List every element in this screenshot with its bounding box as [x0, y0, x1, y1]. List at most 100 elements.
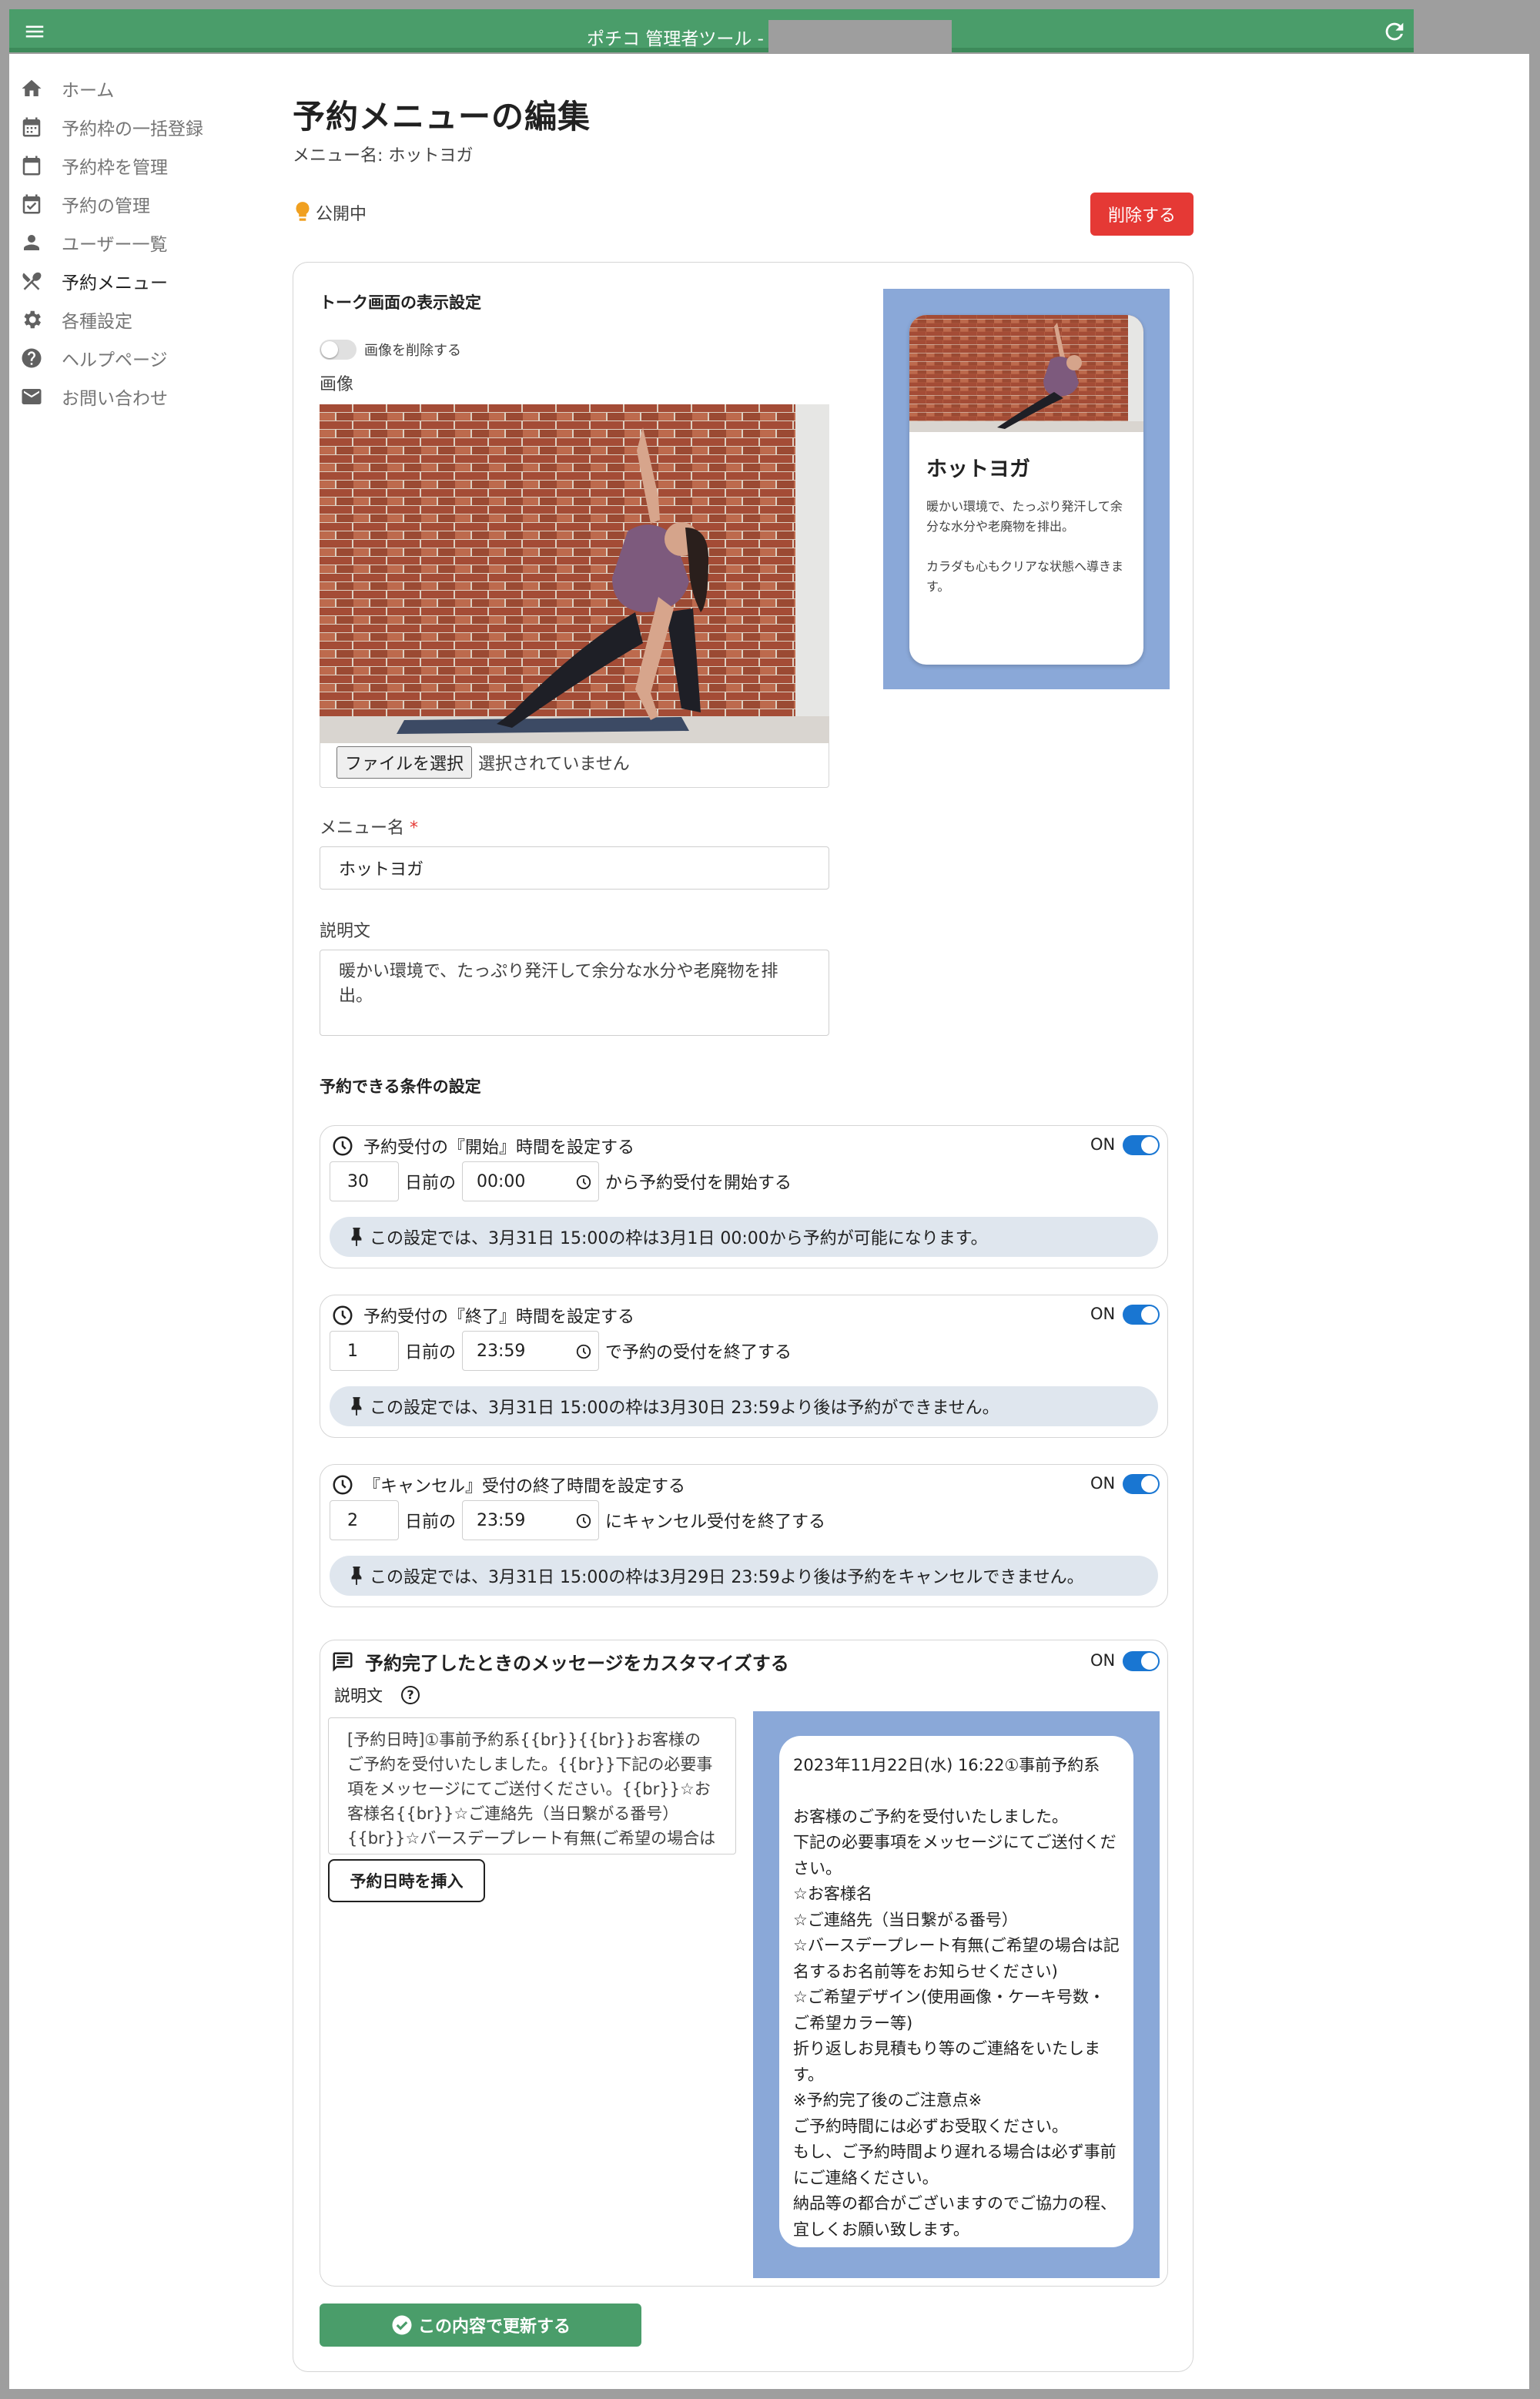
app-title: ポチコ 管理者ツール - — [9, 20, 1529, 54]
pin-icon — [351, 1228, 362, 1246]
toggle-state-label: ON — [1090, 1135, 1116, 1154]
talk-section-title: トーク画面の表示設定 — [320, 293, 481, 312]
talk-preview-panel: ホットヨガ 暖かい環境で、たっぷり発汗して余分な水分や老廃物を排出。 カラダも心… — [883, 289, 1170, 689]
sidebar-item-bulk-register[interactable]: 予約枠の一括登録 — [9, 108, 263, 146]
clock-icon — [333, 1136, 353, 1156]
redacted-block — [768, 20, 952, 54]
description-textarea[interactable]: 暖かい環境で、たっぷり発汗して余分な水分や老廃物を排出。 カラダも心もクリアな状… — [320, 950, 829, 1036]
redacted-block — [1414, 9, 1529, 52]
page-title: 予約メニューの編集 — [293, 98, 591, 136]
message-template-textarea[interactable]: [予約日時]①事前予約系{{br}}{{br}}お客様のご予約を受付いたしました… — [328, 1717, 736, 1855]
delete-image-toggle[interactable] — [320, 340, 357, 360]
check-circle-icon — [392, 2315, 412, 2335]
message-custom-toggle[interactable] — [1123, 1651, 1160, 1671]
time-input[interactable]: 23:59 — [462, 1331, 600, 1371]
save-button[interactable]: この内容で更新する — [320, 2304, 641, 2347]
condition-title: 予約受付の『開始』時間を設定する — [363, 1138, 635, 1158]
days-suffix: 日前の — [405, 1343, 457, 1362]
calendar-blank-icon — [22, 156, 41, 176]
condition-start-card: 予約受付の『開始』時間を設定する ON 30 日前の 00:00 から予約受付を… — [320, 1125, 1168, 1268]
clock-icon — [333, 1475, 353, 1495]
clock-icon — [333, 1305, 353, 1325]
preview-line: ☆お客様名 — [793, 1885, 872, 1903]
condition-after-text: にキャンセル受付を終了する — [605, 1513, 826, 1532]
days-before-input[interactable]: 1 — [330, 1331, 399, 1371]
delete-button[interactable]: 削除する — [1090, 193, 1194, 236]
message-preview-bubble: 2023年11月22日(水) 16:22①事前予約系 お客様のご予約を受付いたし… — [779, 1736, 1133, 2247]
sidebar-item-settings[interactable]: 各種設定 — [9, 300, 263, 339]
preview-line: ☆ご連絡先（当日繋がる番号） — [793, 1910, 1018, 1929]
help-circle-icon[interactable]: ? — [401, 1686, 420, 1704]
edit-form-card: トーク画面の表示設定 画像を削除する 画像 ファイルを選択 選択されていません … — [293, 262, 1194, 2372]
clock-icon — [576, 1344, 591, 1359]
preview-line: お客様のご予約を受付いたしました。 — [793, 1807, 1068, 1826]
sidebar-item-reservations[interactable]: 予約の管理 — [9, 185, 263, 223]
preview-line: ☆バースデープレート有無(ご希望の場合は記名するお名前等をお知らせください) — [793, 1936, 1120, 1981]
home-icon — [22, 79, 42, 96]
message-preview-panel: 2023年11月22日(水) 16:22①事前予約系 お客様のご予約を受付いたし… — [753, 1711, 1160, 2278]
file-input[interactable]: ファイルを選択 選択されていません — [336, 746, 630, 779]
sidebar-item-home[interactable]: ホーム — [9, 69, 263, 108]
days-suffix: 日前の — [405, 1174, 457, 1193]
menu-name-label: メニュー名 * — [320, 819, 419, 838]
time-input[interactable]: 23:59 — [462, 1500, 600, 1540]
sidebar-item-users[interactable]: ユーザー一覧 — [9, 223, 263, 262]
sidebar-item-label: 各種設定 — [62, 312, 132, 332]
sidebar-item-menus[interactable]: 予約メニュー — [9, 262, 263, 300]
time-input[interactable]: 00:00 — [462, 1161, 600, 1201]
condition-cancel-card: 『キャンセル』受付の終了時間を設定する ON 2 日前の 23:59 にキャンセ… — [320, 1464, 1168, 1607]
person-icon — [24, 235, 39, 250]
status-label: 公開中 — [316, 205, 367, 224]
calendar-check-icon — [22, 194, 41, 214]
file-status: 選択されていません — [478, 755, 630, 774]
preview-line: 納品等の都合がございますのでご協力の程、宜しくお願い致します。 — [793, 2194, 1116, 2239]
preview-blank-line — [793, 1779, 1120, 1804]
condition-start-toggle[interactable] — [1123, 1135, 1160, 1155]
menu-name-input[interactable]: ホットヨガ — [320, 846, 829, 890]
calendar-icon — [22, 117, 41, 137]
message-desc-label: 説明文? — [334, 1684, 420, 1707]
days-before-input[interactable]: 2 — [330, 1500, 399, 1540]
clock-icon — [576, 1513, 591, 1529]
sidebar-item-manage-slots[interactable]: 予約枠を管理 — [9, 146, 263, 185]
days-before-input[interactable]: 30 — [330, 1161, 399, 1201]
menu-name-subtitle: メニュー名: ホットヨガ — [293, 146, 474, 166]
chat-icon — [333, 1652, 353, 1671]
days-suffix: 日前の — [405, 1513, 457, 1532]
preview-line: 下記の必要事項をメッセージにてご送付ください。 — [793, 1833, 1116, 1878]
choose-file-button[interactable]: ファイルを選択 — [336, 746, 473, 779]
condition-end-card: 予約受付の『終了』時間を設定する ON 1 日前の 23:59 で予約の受付を終… — [320, 1295, 1168, 1438]
condition-note: この設定では、3月31日 15:00の枠は3月29日 23:59より後は予約をキ… — [330, 1556, 1158, 1596]
preview-line: ご予約時間には必ずお受取ください。 — [793, 2116, 1068, 2136]
sidebar-item-label: ヘルプページ — [62, 350, 168, 370]
talk-preview-card: ホットヨガ 暖かい環境で、たっぷり発汗して余分な水分や老廃物を排出。 カラダも心… — [909, 315, 1143, 665]
sidebar-item-label: ホーム — [62, 81, 115, 101]
condition-cancel-toggle[interactable] — [1123, 1474, 1160, 1494]
top-bar: ポチコ 管理者ツール - — [9, 9, 1529, 54]
sidebar: ホーム 予約枠の一括登録 予約枠を管理 予約の管理 ユーザー一覧 予約メニュー … — [9, 69, 263, 416]
preview-line: もし、ご予約時間より遅れる場合は必ず事前にご連絡ください。 — [793, 2143, 1116, 2187]
sidebar-item-contact[interactable]: お問い合わせ — [9, 377, 263, 416]
condition-after-text: で予約の受付を終了する — [605, 1343, 792, 1362]
sidebar-item-help[interactable]: ヘルプページ — [9, 339, 263, 377]
description-label: 説明文 — [320, 922, 371, 941]
sidebar-item-label: 予約メニュー — [62, 273, 168, 293]
condition-title: 予約受付の『終了』時間を設定する — [363, 1308, 635, 1327]
clock-icon — [576, 1174, 591, 1190]
refresh-icon[interactable] — [1381, 18, 1408, 45]
utensils-icon — [22, 272, 42, 290]
status-indicator: 公開中 — [293, 200, 367, 225]
insert-datetime-button[interactable]: 予約日時を挿入 — [328, 1859, 485, 1902]
toggle-state-label: ON — [1090, 1474, 1116, 1493]
condition-title: 『キャンセル』受付の終了時間を設定する — [363, 1477, 686, 1496]
condition-note: この設定では、3月31日 15:00の枠は3月1日 00:00から予約が可能にな… — [330, 1217, 1158, 1257]
preview-line: 折り返しお見積もり等のご連絡をいたします。 — [793, 2039, 1100, 2084]
pin-icon — [351, 1566, 362, 1585]
preview-line: ☆ご希望デザイン(使用画像・ケーキ号数・ご希望カラー等) — [793, 1988, 1106, 2032]
condition-end-toggle[interactable] — [1123, 1305, 1160, 1325]
preview-line: 2023年11月22日(水) 16:22①事前予約系 — [793, 1756, 1100, 1774]
delete-image-label: 画像を削除する — [364, 343, 461, 359]
preview-description: 暖かい環境で、たっぷり発汗して余分な水分や老廃物を排出。 カラダも心もクリアな状… — [926, 499, 1124, 594]
condition-note: この設定では、3月31日 15:00の枠は3月30日 23:59より後は予約がで… — [330, 1386, 1158, 1426]
mail-icon — [22, 389, 42, 404]
